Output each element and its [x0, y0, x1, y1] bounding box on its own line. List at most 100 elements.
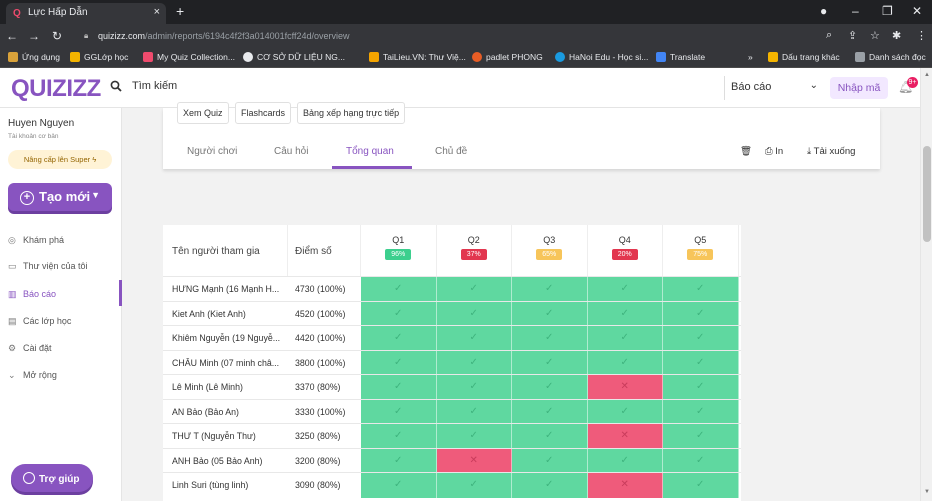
wrong-answer-cell[interactable]: ✕ [587, 375, 663, 400]
scroll-up-icon[interactable]: ▲ [924, 72, 930, 78]
correct-answer-cell[interactable]: ✓ [361, 326, 437, 351]
more-bookmarks-icon[interactable]: » [748, 52, 753, 62]
bookmark-translate[interactable]: Translate [656, 52, 705, 62]
table-row[interactable]: HƯNG Mạnh (16 Mạnh H... 4730 (100%) ✓ ✓ ✓ ✓ ✓ [163, 276, 741, 302]
table-row[interactable]: Kiet Anh (Kiet Anh) 4520 (100%) ✓ ✓ ✓ ✓ ✓ [163, 300, 741, 326]
correct-answer-cell[interactable]: ✓ [587, 350, 663, 375]
search-input[interactable]: Tìm kiếm [132, 80, 177, 92]
correct-answer-cell[interactable]: ✓ [512, 399, 588, 424]
print-button[interactable]: ⎙ In [765, 146, 783, 157]
correct-answer-cell[interactable]: ✓ [436, 277, 512, 302]
scroll-down-icon[interactable]: ▼ [924, 489, 930, 495]
browser-tab[interactable]: Q Lực Hấp Dẫn × [6, 3, 166, 24]
correct-answer-cell[interactable]: ✓ [361, 301, 437, 326]
new-tab-icon[interactable]: + [176, 3, 184, 19]
help-button[interactable]: Trợ giúp [11, 464, 93, 492]
correct-answer-cell[interactable]: ✓ [436, 399, 512, 424]
wrong-answer-cell[interactable]: ✕ [587, 473, 663, 498]
minimize-icon[interactable]: – [852, 4, 859, 18]
header-question[interactable]: Q2 37% [437, 225, 512, 276]
header-participant[interactable]: Tên người tham gia [163, 225, 288, 276]
correct-answer-cell[interactable]: ✓ [512, 301, 588, 326]
table-row[interactable]: AN Bảo (Bảo An) 3330 (100%) ✓ ✓ ✓ ✓ ✓ [163, 398, 741, 424]
correct-answer-cell[interactable]: ✓ [436, 350, 512, 375]
tab-topics[interactable]: Chủ đề [435, 146, 467, 157]
bookmark-quiz-collection[interactable]: My Quiz Collection... [143, 52, 235, 62]
wrong-answer-cell[interactable]: ✕ [436, 448, 512, 473]
correct-answer-cell[interactable]: ✓ [436, 301, 512, 326]
correct-answer-cell[interactable]: ✓ [361, 424, 437, 449]
bookmark-apps[interactable]: Ứng dụng [8, 52, 60, 62]
correct-answer-cell[interactable]: ✓ [512, 473, 588, 498]
join-code-button[interactable]: Nhập mã [830, 77, 888, 99]
correct-answer-cell[interactable]: ✓ [587, 399, 663, 424]
trash-icon[interactable]: 🗑︎ [740, 146, 752, 157]
correct-answer-cell[interactable]: ✓ [512, 277, 588, 302]
live-leaderboard-button[interactable]: Bảng xếp hạng trực tiếp [297, 102, 406, 124]
header-question[interactable]: Q5 75% [663, 225, 739, 276]
url-field[interactable]: 🔒︎ quizizz.com/admin/reports/6194c4f2f3a… [80, 28, 840, 45]
header-question[interactable]: Q4 20% [588, 225, 663, 276]
zoom-icon[interactable]: ⌕ [826, 29, 832, 42]
correct-answer-cell[interactable]: ✓ [663, 375, 739, 400]
correct-answer-cell[interactable]: ✓ [361, 448, 437, 473]
header-question[interactable]: Q1 96% [361, 225, 437, 276]
sidebar-item-settings[interactable]: ⚙ Cài đặt [8, 343, 52, 354]
correct-answer-cell[interactable]: ✓ [512, 448, 588, 473]
table-row[interactable]: Linh Suri (tùng linh) 3090 (80%) ✓ ✓ ✓ ✕ ✓ [163, 472, 741, 498]
bookmark-hanoi-edu[interactable]: HaNoi Edu - Học si... [555, 52, 648, 62]
bookmark-other[interactable]: Dấu trang khác [768, 52, 840, 62]
correct-answer-cell[interactable]: ✓ [512, 350, 588, 375]
correct-answer-cell[interactable]: ✓ [663, 424, 739, 449]
correct-answer-cell[interactable]: ✓ [436, 326, 512, 351]
tab-players[interactable]: Người chơi [187, 146, 237, 157]
create-new-button[interactable]: + Tạo mới ▼ [8, 183, 112, 211]
correct-answer-cell[interactable]: ✓ [436, 375, 512, 400]
correct-answer-cell[interactable]: ✓ [587, 277, 663, 302]
bookmark-database[interactable]: CƠ SỞ DỮ LIỆU NG... [243, 52, 345, 62]
correct-answer-cell[interactable]: ✓ [663, 301, 739, 326]
correct-answer-cell[interactable]: ✓ [512, 424, 588, 449]
correct-answer-cell[interactable]: ✓ [663, 399, 739, 424]
view-quiz-button[interactable]: Xem Quiz [177, 102, 229, 124]
correct-answer-cell[interactable]: ✓ [587, 448, 663, 473]
correct-answer-cell[interactable]: ✓ [361, 350, 437, 375]
wrong-answer-cell[interactable]: ✕ [587, 424, 663, 449]
table-row[interactable]: Khiêm Nguyễn (19 Nguyễ... 4420 (100%) ✓ ✓ ✓ ✓… [163, 325, 741, 351]
correct-answer-cell[interactable]: ✓ [587, 326, 663, 351]
table-row[interactable]: THƯ T (Nguyễn Thư) 3250 (80%) ✓ ✓ ✓ ✕ ✓ [163, 423, 741, 449]
correct-answer-cell[interactable]: ✓ [361, 277, 437, 302]
table-row[interactable]: ANH Bảo (05 Bảo Anh) 3200 (80%) ✓ ✕ ✓ ✓ ✓ [163, 447, 741, 473]
bookmark-classroom[interactable]: GGLớp học [70, 52, 128, 62]
back-icon[interactable]: ← [6, 29, 18, 43]
correct-answer-cell[interactable]: ✓ [587, 301, 663, 326]
correct-answer-cell[interactable]: ✓ [512, 375, 588, 400]
extensions-icon[interactable]: ✱ [892, 29, 901, 42]
close-window-icon[interactable]: ✕ [912, 4, 922, 18]
correct-answer-cell[interactable]: ✓ [361, 473, 437, 498]
sidebar-item-library[interactable]: ▭ Thư viện của tôi [8, 261, 88, 272]
share-icon[interactable]: ⇪ [848, 29, 857, 42]
bookmark-padlet[interactable]: padlet PHONG [472, 52, 543, 62]
correct-answer-cell[interactable]: ✓ [436, 473, 512, 498]
sidebar-item-reports[interactable]: ▥ Báo cáo [8, 289, 56, 300]
maximize-icon[interactable]: ❐ [882, 4, 893, 18]
correct-answer-cell[interactable]: ✓ [512, 326, 588, 351]
correct-answer-cell[interactable]: ✓ [436, 424, 512, 449]
sidebar-item-expand[interactable]: ⌄ Mở rộng [8, 370, 57, 381]
correct-answer-cell[interactable]: ✓ [663, 326, 739, 351]
correct-answer-cell[interactable]: ✓ [361, 375, 437, 400]
sidebar-item-classes[interactable]: ▤ Các lớp học [8, 316, 71, 327]
download-button[interactable]: ⤓ Tải xuống [807, 146, 855, 157]
header-score[interactable]: Điểm số [288, 225, 361, 276]
profile-dot-icon[interactable]: ● [820, 4, 827, 18]
menu-icon[interactable]: ⋮ [916, 29, 927, 42]
table-row[interactable]: Lê Minh (Lê Minh) 3370 (80%) ✓ ✓ ✓ ✕ ✓ [163, 374, 741, 400]
tab-overview[interactable]: Tổng quan [346, 146, 394, 157]
correct-answer-cell[interactable]: ✓ [663, 277, 739, 302]
tab-questions[interactable]: Câu hỏi [274, 146, 308, 157]
sidebar-item-explore[interactable]: ◎ Khám phá [8, 235, 64, 246]
page-scrollbar[interactable]: ▲ ▼ [920, 68, 932, 501]
upgrade-button[interactable]: Nâng cấp lên Super ϟ [8, 150, 112, 169]
correct-answer-cell[interactable]: ✓ [663, 448, 739, 473]
